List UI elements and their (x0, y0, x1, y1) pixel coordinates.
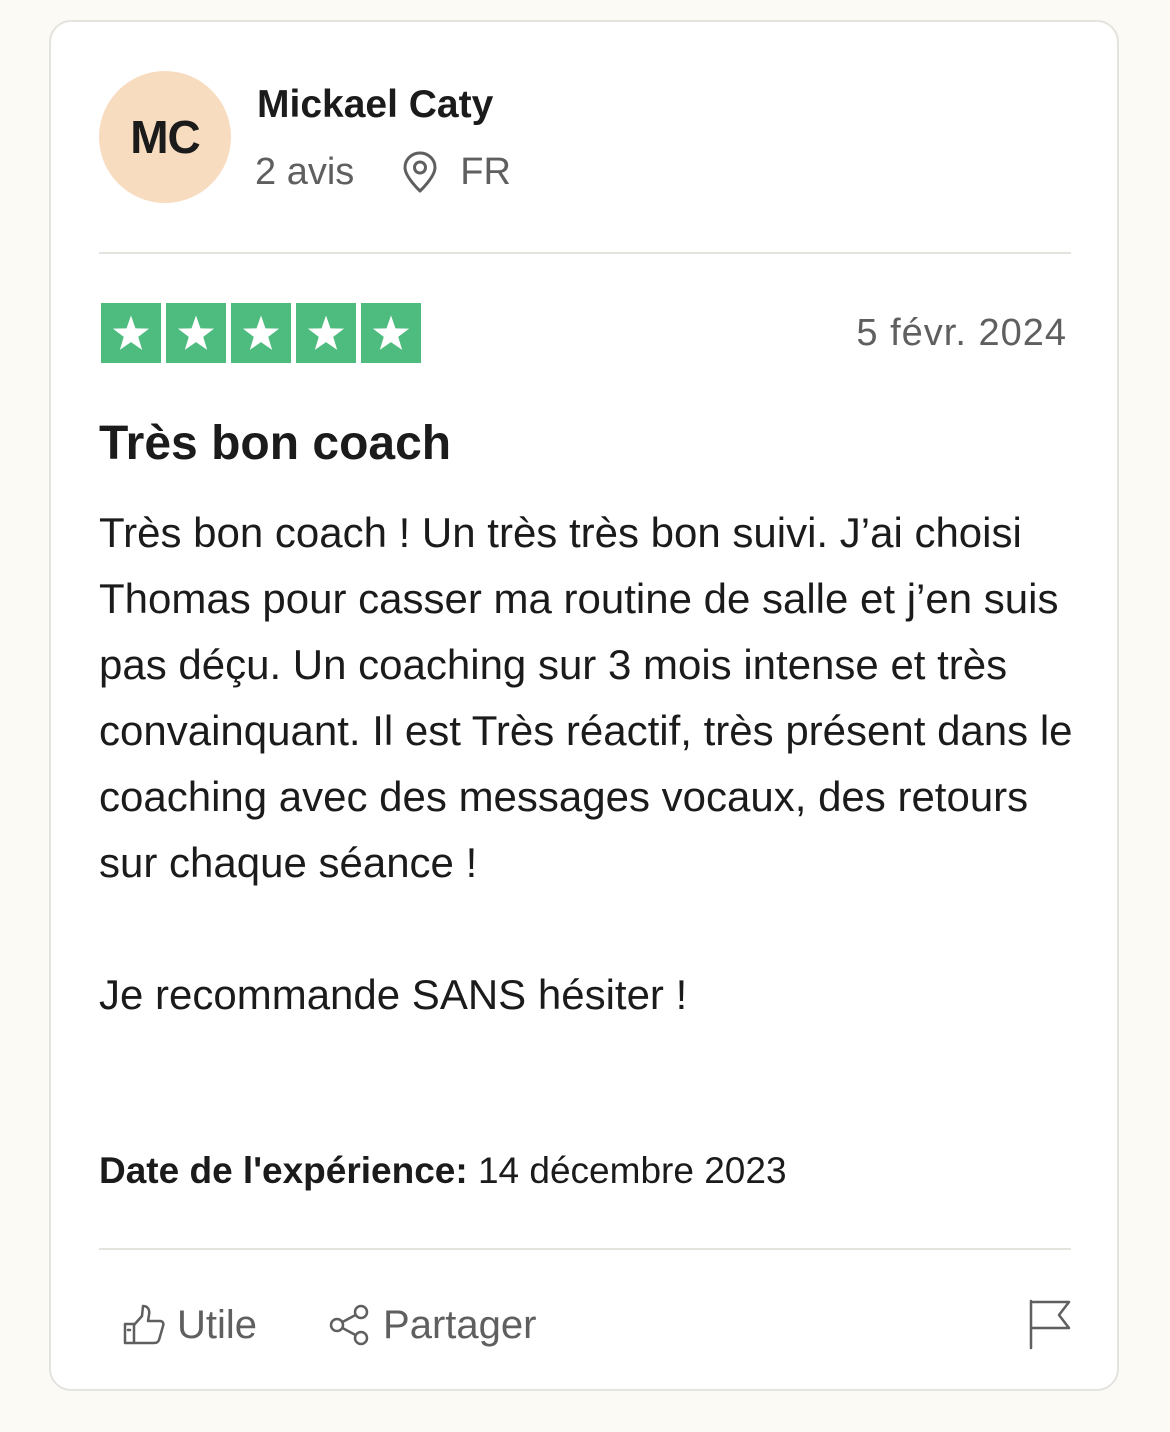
share-button[interactable]: Partager (327, 1302, 536, 1348)
star-icon (101, 303, 161, 363)
experience-date: Date de l'expérience: 14 décembre 2023 (99, 1146, 787, 1196)
avatar[interactable]: MC (99, 71, 231, 203)
star-icon (166, 303, 226, 363)
reviewer-country: FR (460, 150, 511, 193)
review-card: MC Mickael Caty 2 avis FR 5 févr. 2024 T… (49, 20, 1119, 1391)
report-button[interactable] (1027, 1298, 1073, 1352)
review-title[interactable]: Très bon coach (99, 414, 451, 474)
review-paragraph: Je recommande SANS hésiter ! (99, 971, 688, 1018)
share-icon (329, 1304, 369, 1346)
experience-date-label: Date de l'expérience: (99, 1150, 468, 1191)
useful-label: Utile (177, 1302, 258, 1347)
share-label: Partager (383, 1302, 537, 1347)
star-rating (101, 303, 421, 363)
star-icon (296, 303, 356, 363)
avatar-initials: MC (130, 111, 201, 163)
review-body: Très bon coach ! Un très très bon suivi.… (99, 500, 1084, 1028)
reviewer-name[interactable]: Mickael Caty (257, 80, 493, 130)
reviewer-meta: 2 avis FR (255, 146, 511, 198)
review-date: 5 févr. 2024 (856, 312, 1067, 354)
useful-button[interactable]: Utile (121, 1302, 257, 1348)
experience-date-value: 14 décembre 2023 (477, 1150, 787, 1191)
star-icon (231, 303, 291, 363)
flag-icon (1029, 1299, 1071, 1350)
footer-divider (99, 1248, 1071, 1250)
thumbs-up-icon (123, 1304, 165, 1345)
location-pin-icon (400, 150, 440, 194)
star-icon (361, 303, 421, 363)
review-actions: Utile Partager (121, 1298, 536, 1352)
header-divider (99, 252, 1071, 254)
review-count: 2 avis (255, 150, 355, 193)
review-paragraph: Très bon coach ! Un très très bon suivi.… (99, 509, 1073, 886)
